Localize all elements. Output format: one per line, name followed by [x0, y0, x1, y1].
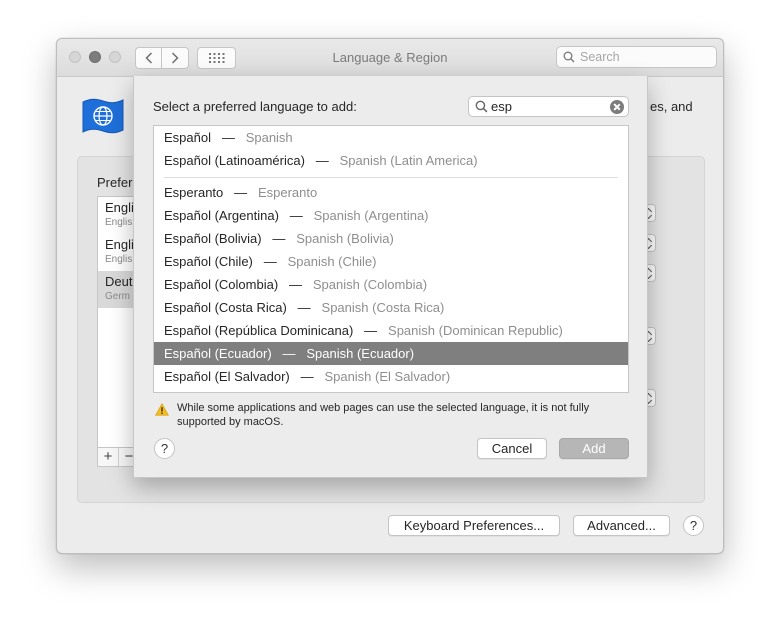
- window-search-placeholder: Search: [580, 50, 620, 64]
- language-search-input[interactable]: [491, 98, 603, 115]
- separator: —: [256, 254, 284, 269]
- separator: —: [290, 300, 318, 315]
- search-icon: [475, 100, 488, 113]
- english-name: Spanish (Bolivia): [296, 231, 394, 246]
- language-row[interactable]: Español (Latinoamérica) — Spanish (Latin…: [154, 149, 628, 172]
- language-row[interactable]: Español (Argentina) — Spanish (Argentina…: [154, 204, 628, 227]
- english-name: Spanish (Colombia): [312, 277, 428, 292]
- warning-icon: [155, 403, 169, 416]
- language-row[interactable]: Español (Chile) — Spanish (Chile): [154, 250, 628, 273]
- separator: —: [282, 208, 310, 223]
- window-search-field[interactable]: Search: [556, 46, 717, 68]
- language-search-field[interactable]: [468, 96, 629, 117]
- sheet-help-button[interactable]: ?: [154, 438, 175, 459]
- separator: —: [293, 369, 321, 384]
- english-name: Spanish (Latin America): [339, 153, 478, 168]
- english-name: Spanish (Argentina): [313, 208, 429, 223]
- separator: —: [214, 130, 243, 145]
- language-row[interactable]: Español (Colombia) — Spanish (Colombia): [154, 273, 628, 296]
- language-row[interactable]: Español (El Salvador) — Spanish (El Salv…: [154, 365, 628, 388]
- native-name: Español (Bolivia): [164, 231, 262, 246]
- advanced-button[interactable]: Advanced...: [573, 515, 670, 536]
- native-name: Esperanto: [164, 185, 224, 200]
- language-row[interactable]: Español (Costa Rica) — Spanish (Costa Ri…: [154, 296, 628, 319]
- flag-globe-icon: [82, 98, 124, 134]
- language-row[interactable]: Español — Spanish: [154, 126, 628, 149]
- native-name: Español (República Dominicana): [164, 323, 354, 338]
- separator: —: [356, 323, 385, 338]
- native-name: Español (Ecuador): [164, 346, 272, 361]
- separator: —: [226, 185, 255, 200]
- sheet-prompt: Select a preferred language to add:: [153, 99, 357, 114]
- add-language-sheet: Select a preferred language to add: Espa…: [133, 76, 648, 478]
- english-name: Spanish (El Salvador): [324, 369, 451, 384]
- native-name: Español: [164, 130, 211, 145]
- help-button[interactable]: ?: [683, 515, 704, 536]
- native-name: Español (Colombia): [164, 277, 279, 292]
- language-row[interactable]: Esperanto — Esperanto: [154, 181, 628, 204]
- list-divider: [164, 177, 618, 178]
- cancel-button[interactable]: Cancel: [477, 438, 547, 459]
- english-name: Spanish (Ecuador): [306, 346, 415, 361]
- english-name: Spanish (Chile): [287, 254, 377, 269]
- english-name: Spanish (Dominican Republic): [388, 323, 563, 338]
- language-row-selected[interactable]: Español (Ecuador) — Spanish (Ecuador): [154, 342, 628, 365]
- add-button[interactable]: Add: [559, 438, 629, 459]
- clear-search-icon[interactable]: [610, 100, 624, 114]
- english-name: Spanish (Costa Rica): [321, 300, 445, 315]
- native-name: Español (El Salvador): [164, 369, 290, 384]
- english-name: Esperanto: [257, 185, 318, 200]
- native-name: Español (Argentina): [164, 208, 279, 223]
- native-name: Español (Costa Rica): [164, 300, 287, 315]
- separator: —: [308, 153, 336, 168]
- language-row[interactable]: Español (República Dominicana) — Spanish…: [154, 319, 628, 342]
- native-name: Español (Chile): [164, 254, 253, 269]
- english-name: Spanish: [245, 130, 293, 145]
- title-bar: Language & Region Search: [57, 39, 723, 77]
- pane-description: es, and: [650, 99, 693, 114]
- keyboard-preferences-button[interactable]: Keyboard Preferences...: [388, 515, 560, 536]
- search-icon: [563, 51, 575, 63]
- add-language-button[interactable]: +: [98, 448, 119, 466]
- native-name: Español (Latinoamérica): [164, 153, 305, 168]
- separator: —: [265, 231, 293, 246]
- warning-message: While some applications and web pages ca…: [177, 402, 590, 428]
- preferred-languages-label: Prefer: [97, 175, 133, 190]
- separator: —: [275, 346, 303, 361]
- language-list[interactable]: Español — Spanish Español (Latinoamérica…: [153, 125, 629, 393]
- separator: —: [281, 277, 310, 292]
- language-row[interactable]: Español (Bolivia) — Spanish (Bolivia): [154, 227, 628, 250]
